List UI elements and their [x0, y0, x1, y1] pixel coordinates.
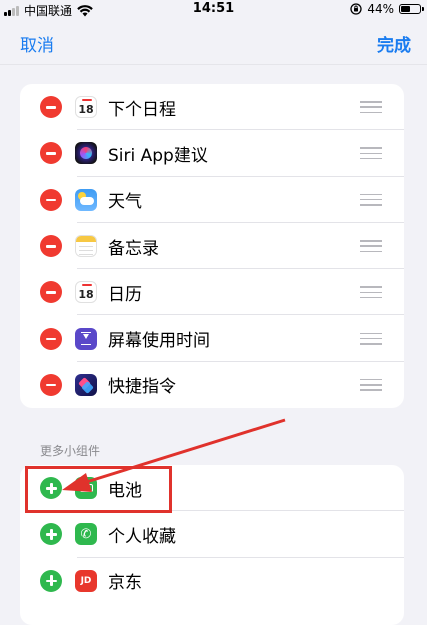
more-widgets-list: 电池 ✆ 个人收藏 JD 京东: [20, 465, 404, 625]
remove-button[interactable]: [40, 281, 62, 304]
widget-label: 日历: [108, 284, 142, 305]
add-button[interactable]: [40, 569, 62, 592]
reorder-handle[interactable]: [360, 101, 382, 114]
remove-button[interactable]: [40, 96, 62, 119]
widget-label: 屏幕使用时间: [108, 331, 210, 352]
remove-button[interactable]: [40, 327, 62, 350]
add-button[interactable]: [40, 523, 62, 546]
siri-icon: [75, 142, 97, 165]
widget-label: 快捷指令: [108, 377, 176, 398]
cancel-button[interactable]: 取消: [20, 31, 54, 56]
navigation-bar: 取消 完成: [0, 18, 427, 66]
phone-icon: ✆: [75, 523, 97, 546]
remove-button[interactable]: [40, 142, 62, 165]
widget-row-notes: 备忘录: [20, 223, 404, 270]
widget-label: 下个日程: [108, 99, 176, 120]
orientation-lock-icon: [350, 3, 362, 15]
battery-fill: [401, 6, 410, 12]
widget-row-calendar: 18 日历: [20, 269, 404, 316]
status-right: 44%: [350, 2, 424, 16]
remove-button[interactable]: [40, 373, 62, 396]
screen-time-icon: [75, 327, 97, 350]
reorder-handle[interactable]: [360, 286, 382, 299]
battery-percent: 44%: [367, 2, 394, 16]
weather-icon: [75, 188, 97, 211]
widget-row-weather: 天气: [20, 177, 404, 223]
done-button[interactable]: 完成: [377, 31, 411, 56]
calendar-icon: 18: [75, 281, 97, 304]
reorder-handle[interactable]: [360, 240, 382, 253]
add-button[interactable]: [40, 477, 62, 500]
widget-row-jd: JD 京东: [20, 558, 404, 604]
widget-label: 天气: [108, 192, 142, 213]
calendar-icon: 18: [75, 96, 97, 119]
shortcuts-icon: [75, 373, 97, 396]
reorder-handle[interactable]: [360, 332, 382, 345]
battery-icon: [75, 477, 97, 500]
widget-row-next-event: 18 下个日程: [20, 84, 404, 131]
jd-icon: JD: [75, 569, 97, 592]
nav-divider: [0, 64, 427, 65]
widget-row-battery: 电池: [20, 465, 404, 512]
widget-label: Siri App建议: [108, 145, 208, 166]
reorder-handle[interactable]: [360, 193, 382, 206]
widget-label: 电池: [108, 480, 142, 501]
reorder-handle[interactable]: [360, 378, 382, 391]
battery-status-icon: [399, 4, 424, 14]
status-bar: 中国联通 14:51 44%: [0, 0, 427, 18]
notes-icon: [75, 235, 97, 258]
remove-button[interactable]: [40, 235, 62, 258]
widget-label: 备忘录: [108, 238, 159, 259]
reorder-handle[interactable]: [360, 147, 382, 160]
widget-row-favorites: ✆ 个人收藏: [20, 511, 404, 558]
remove-button[interactable]: [40, 188, 62, 211]
widget-row-screen-time: 屏幕使用时间: [20, 315, 404, 362]
widget-row-siri-suggestions: Siri App建议: [20, 130, 404, 177]
widget-label: 京东: [108, 573, 142, 594]
widget-row-shortcuts: 快捷指令: [20, 362, 404, 408]
widget-label: 个人收藏: [108, 526, 176, 547]
more-widgets-header: 更多小组件: [40, 444, 101, 458]
active-widgets-list: 18 下个日程 Siri App建议 天气 备忘录 18 日历 屏幕使用时间 快…: [20, 84, 404, 409]
